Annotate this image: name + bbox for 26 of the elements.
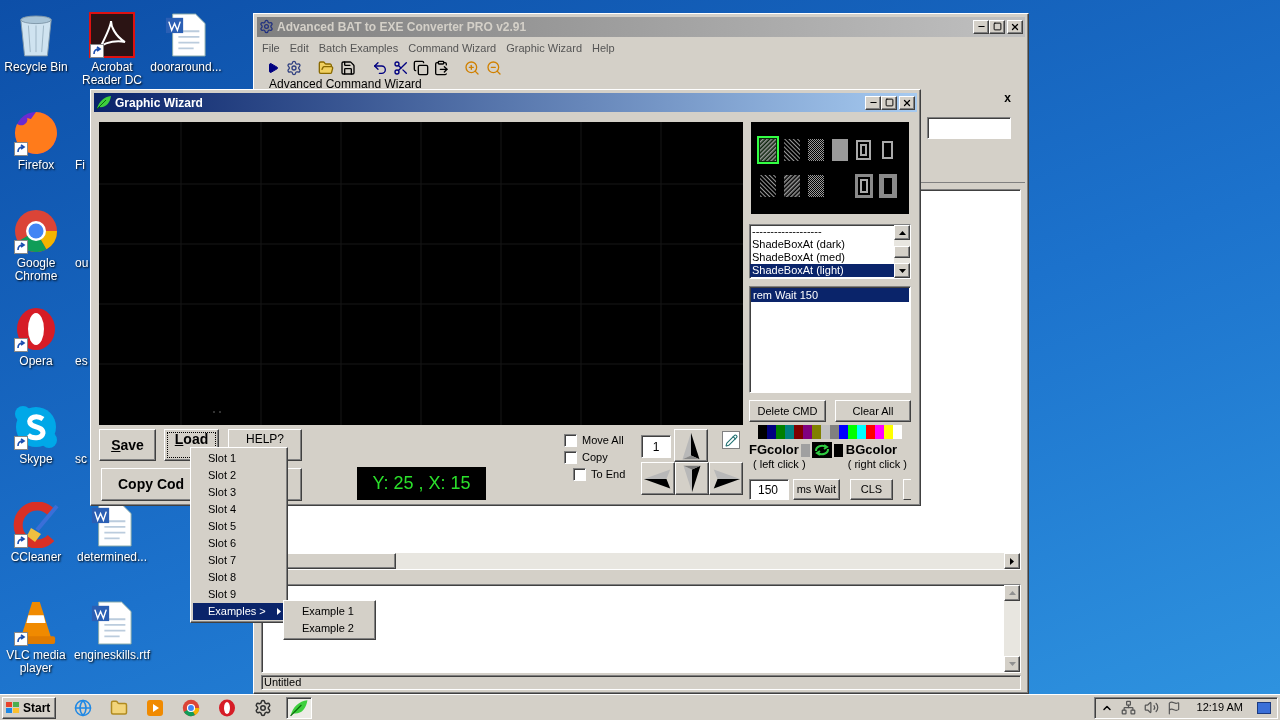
- desktop-icon-label: Opera: [19, 355, 53, 368]
- clock: 12:19 AM: [1196, 700, 1243, 716]
- desktop-icon-label: engineskills.rtf: [74, 649, 150, 662]
- desktop-icon-label: determined...: [76, 551, 147, 564]
- position-display: Y: 25 , X: 15: [357, 467, 486, 500]
- background-label: BGcolor: [845, 443, 898, 457]
- group-label: Advanced Command Wizard: [268, 77, 423, 90]
- window-title: Graphic Wizard: [115, 94, 203, 112]
- window-title: Advanced BAT to EXE Converter PRO v2.91: [277, 19, 527, 36]
- desktop-icon-label: Google Chrome: [13, 257, 59, 283]
- desktop-icon-label: Skype: [19, 453, 53, 466]
- background-hint: ( right click ): [847, 458, 907, 470]
- checkbox-label: Copy: [582, 450, 608, 466]
- desktop-icon-label: Fi: [75, 159, 85, 172]
- foreground-label: FGcolor: [749, 443, 799, 457]
- foreground-hint: ( left click ): [753, 458, 806, 470]
- checkbox-label: To End: [591, 467, 626, 483]
- desktop-icon-label: Firefox: [17, 159, 55, 172]
- desktop-icon-label: sc: [75, 453, 87, 466]
- status-bar: Untitled: [261, 675, 1021, 690]
- checkbox-label: Move All: [582, 433, 624, 449]
- desktop-icon-label: Recycle Bin: [4, 61, 68, 74]
- desktop-icon-label: CCleaner: [10, 551, 62, 564]
- desktop-icon-label: dooraround...: [150, 61, 222, 74]
- desktop-icon-label: es: [75, 355, 88, 368]
- desktop-icon-label: ou: [75, 257, 89, 270]
